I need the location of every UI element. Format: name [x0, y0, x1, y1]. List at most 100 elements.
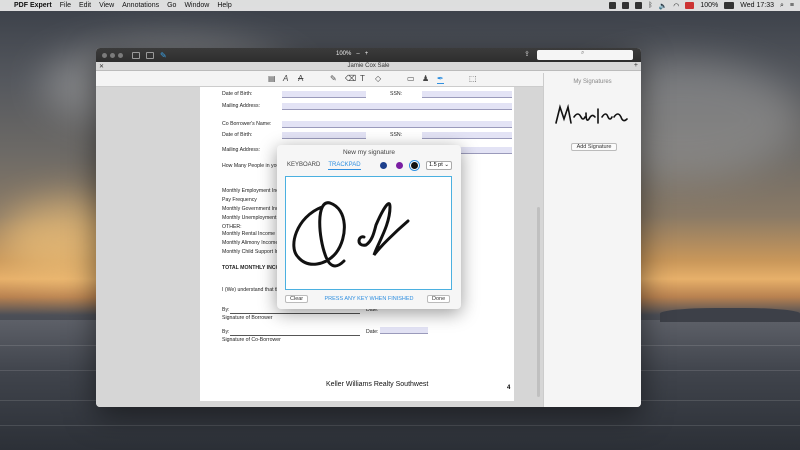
status-icon[interactable] [622, 2, 630, 9]
list-icon[interactable]: ≡ [790, 2, 794, 9]
new-signature-dialog: New my signature KEYBOARD TRACKPAD 1.5 p… [277, 145, 461, 309]
eraser-icon[interactable]: ⌫ [345, 74, 356, 83]
co-date-of-birth-field[interactable] [282, 132, 366, 139]
sidebar-toggle-icon[interactable] [146, 51, 154, 59]
done-button[interactable]: Done [427, 295, 451, 303]
battery-icon[interactable] [724, 2, 735, 9]
comment-icon[interactable]: ▭ [407, 74, 415, 83]
menu-annotations[interactable]: Annotations [122, 2, 159, 9]
status-icon[interactable] [609, 2, 617, 9]
form-label: Date of Birth: [222, 91, 253, 97]
grid-view-icon[interactable] [132, 51, 140, 59]
search-icon[interactable]: ⌕ [780, 2, 784, 10]
menu-help[interactable]: Help [217, 2, 231, 9]
signature-canvas[interactable] [285, 176, 452, 290]
menu-edit[interactable]: Edit [79, 2, 91, 9]
form-label: By: [222, 329, 230, 335]
text-style-icon[interactable]: ▤ [268, 74, 276, 83]
co-borrower-date-field[interactable] [380, 327, 428, 334]
saved-signature[interactable] [552, 101, 634, 131]
title-bar: ✎ 100% – + ⇪ ⌕ [96, 48, 641, 62]
date-label: Date: [366, 329, 379, 335]
form-label: I (We) understand that the [222, 287, 283, 293]
form-label: Date of Birth: [222, 132, 253, 138]
form-label: Signature of Borrower [222, 315, 273, 321]
input-mode-tabs: KEYBOARD TRACKPAD [287, 162, 361, 170]
new-tab-icon[interactable]: + [634, 62, 638, 69]
co-borrower-name-field[interactable] [282, 121, 512, 128]
shapes-icon[interactable]: ◇ [375, 74, 381, 83]
thickness-value: 1.5 pt [429, 162, 443, 168]
ssn-label: SSN: [390, 132, 403, 138]
ssn-label: SSN: [390, 91, 403, 97]
thickness-select[interactable]: 1.5 pt ⌄ [426, 161, 452, 170]
menu-view[interactable]: View [99, 2, 114, 9]
co-ssn-field[interactable] [422, 132, 512, 139]
dialog-title: New my signature [342, 149, 396, 156]
zoom-window-button[interactable] [118, 52, 123, 58]
strikethrough-icon[interactable]: A [298, 74, 303, 83]
annotate-pen-icon[interactable]: ✎ [160, 51, 167, 60]
bluetooth-icon[interactable]: ᛒ [648, 2, 652, 9]
form-label: Monthly Rental Income [222, 231, 276, 237]
tab-bar: ✕ Jamie Cox Sale + [96, 62, 641, 71]
search-icon: ⌕ [581, 50, 585, 56]
form-label: Monthly Child Support Inco [222, 249, 285, 255]
menu-bar: PDF Expert File Edit View Annotations Go… [0, 0, 800, 11]
tab-keyboard[interactable]: KEYBOARD [287, 162, 320, 170]
form-label: Mailing Address: [222, 103, 261, 109]
stamp-icon[interactable]: ♟ [422, 74, 429, 83]
status-icon[interactable] [635, 2, 643, 9]
add-signature-button[interactable]: Add Signature [571, 143, 617, 151]
minimize-window-button[interactable] [110, 52, 115, 58]
text-tool-icon[interactable]: T [360, 74, 365, 83]
form-label: Monthly Employment Inco [222, 188, 282, 194]
form-label: OTHER: [222, 224, 242, 230]
form-label: Monthly Government Inco [222, 206, 282, 212]
form-label: By: [222, 307, 230, 313]
scrollbar[interactable] [537, 207, 540, 397]
form-label: Mailing Address: [222, 147, 261, 153]
color-swatch-purple[interactable] [396, 162, 403, 169]
mailing-address-field[interactable] [282, 103, 512, 110]
search-input[interactable]: ⌕ [537, 50, 633, 60]
signature-icon[interactable]: ✒ [437, 74, 444, 84]
borrower-signature-line[interactable] [230, 313, 360, 314]
tab-trackpad[interactable]: TRACKPAD [328, 162, 361, 170]
tab-document-title[interactable]: Jamie Cox Sale [96, 63, 641, 69]
panel-title: My Signatures [573, 79, 612, 85]
form-label: How Many People in your [222, 163, 282, 169]
co-borrower-signature-line[interactable] [230, 335, 360, 336]
menu-file[interactable]: File [60, 2, 71, 9]
color-swatch-blue[interactable] [380, 162, 387, 169]
drawn-signature [292, 201, 410, 268]
pen-icon[interactable]: ✎ [330, 74, 337, 83]
form-label: TOTAL MONTHLY INCOM [222, 265, 284, 271]
page-number: 4 [507, 385, 511, 391]
clock[interactable]: Wed 17:33 [740, 2, 774, 9]
ssn-field[interactable] [422, 91, 512, 98]
signatures-panel: My Signatures Add Signature [543, 73, 641, 407]
selection-icon[interactable]: ⬚ [469, 74, 477, 83]
date-of-birth-field[interactable] [282, 91, 366, 98]
color-swatch-black[interactable] [411, 162, 418, 169]
form-label: Monthly Alimony Income [222, 240, 279, 246]
chevron-down-icon: ⌄ [444, 162, 449, 168]
form-label: Co Borrower's Name: [222, 121, 272, 127]
menu-go[interactable]: Go [167, 2, 176, 9]
menu-app-name[interactable]: PDF Expert [14, 2, 52, 9]
menu-window[interactable]: Window [184, 2, 209, 9]
share-icon[interactable]: ⇪ [524, 50, 530, 58]
flag-icon[interactable] [685, 2, 695, 9]
volume-icon[interactable]: 🔈 [659, 2, 668, 10]
highlight-icon[interactable]: A [283, 74, 288, 83]
battery-percent: 100% [700, 2, 719, 9]
zoom-out-button[interactable]: – [356, 51, 359, 57]
zoom-in-button[interactable]: + [365, 51, 369, 57]
close-window-button[interactable] [102, 52, 107, 58]
form-label: Signature of Co-Borrower [222, 337, 281, 343]
zoom-control: 100% – + [336, 51, 368, 57]
zoom-level[interactable]: 100% [336, 51, 351, 57]
wifi-icon[interactable]: ◠ [673, 2, 679, 10]
form-label: Pay Frequency [222, 197, 257, 203]
